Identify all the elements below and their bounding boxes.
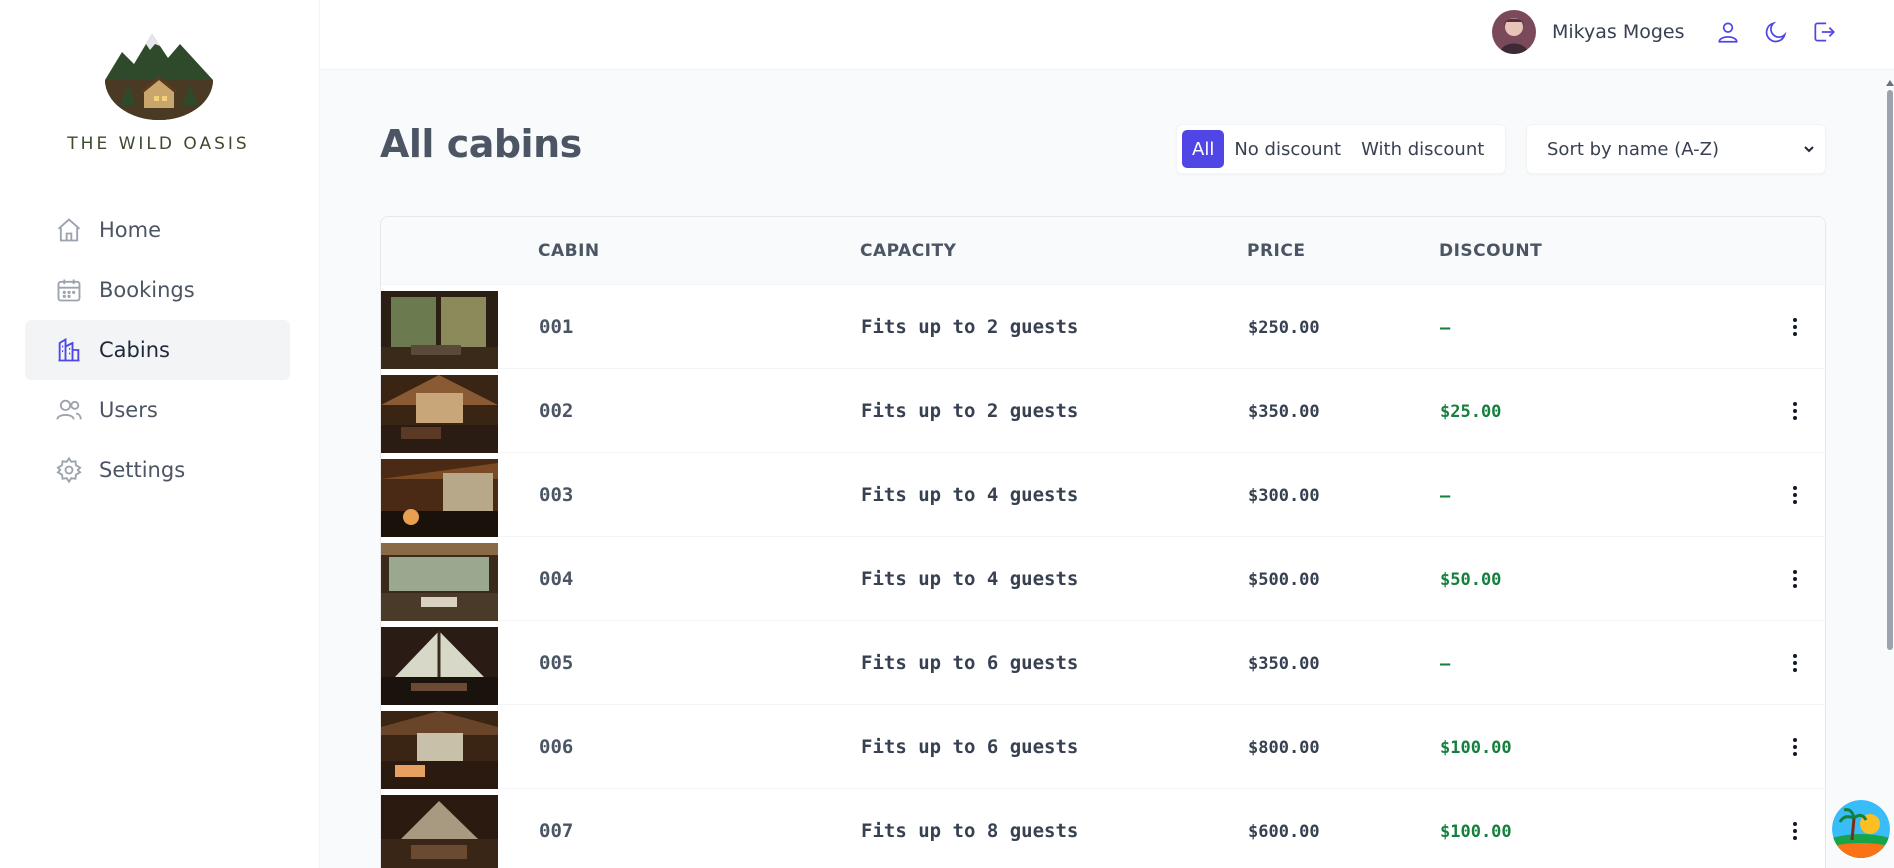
sidebar-item-label: Settings [99, 458, 186, 482]
cabin-image [381, 711, 498, 789]
top-header: Mikyas Moges [320, 0, 1894, 70]
mountain-cabin-logo[interactable] [100, 30, 218, 120]
sidebar: THE WILD OASIS Home Bookings Cabins User… [0, 0, 320, 868]
cabin-discount: $50.00 [1440, 570, 1502, 590]
column-header-price: PRICE [1247, 241, 1306, 261]
more-options-icon[interactable] [1783, 399, 1807, 423]
brand-name: THE WILD OASIS [67, 134, 250, 154]
filter-all-button[interactable]: All [1182, 130, 1225, 168]
cabin-capacity: Fits up to 2 guests [861, 400, 1079, 422]
cabin-capacity: Fits up to 2 guests [861, 316, 1079, 338]
cabin-discount: – [1440, 318, 1451, 338]
cabin-discount: – [1440, 486, 1451, 506]
sort-select-value: Sort by name (A-Z) [1547, 138, 1719, 160]
cabin-capacity: Fits up to 8 guests [861, 820, 1079, 842]
filter-with-discount-button[interactable]: With discount [1351, 130, 1494, 168]
cabin-name: 003 [539, 484, 574, 506]
more-options-icon[interactable] [1783, 483, 1807, 507]
table-row: 007 Fits up to 8 guests $600.00 $100.00 [381, 789, 1825, 868]
sidebar-item-label: Cabins [99, 338, 170, 362]
cabin-capacity: Fits up to 4 guests [861, 484, 1079, 506]
sidebar-item-home[interactable]: Home [25, 200, 290, 260]
cabin-discount: $100.00 [1440, 822, 1512, 842]
cabin-image [381, 543, 498, 621]
home-icon [55, 216, 83, 244]
more-options-icon[interactable] [1783, 567, 1807, 591]
cabin-name: 004 [539, 568, 574, 590]
sidebar-nav: Home Bookings Cabins Users Settings [25, 200, 290, 500]
column-header-cabin: CABIN [538, 241, 600, 261]
discount-filter: All No discount With discount [1176, 124, 1506, 174]
cabin-name: 001 [539, 316, 574, 338]
sidebar-item-settings[interactable]: Settings [25, 440, 290, 500]
page-title: All cabins [380, 122, 582, 166]
avatar[interactable] [1492, 10, 1536, 54]
page-scrollbar[interactable] [1886, 80, 1894, 660]
logout-icon[interactable] [1810, 18, 1838, 46]
table-row: 006 Fits up to 6 guests $800.00 $100.00 [381, 705, 1825, 789]
column-header-capacity: CAPACITY [860, 241, 957, 261]
cabin-capacity: Fits up to 6 guests [861, 736, 1079, 758]
users-icon [55, 396, 83, 424]
table-row: 004 Fits up to 4 guests $500.00 $50.00 [381, 537, 1825, 621]
cabin-discount: $100.00 [1440, 738, 1512, 758]
sidebar-item-label: Home [99, 218, 162, 242]
cabin-image [381, 627, 498, 705]
table-header: CABIN CAPACITY PRICE DISCOUNT [381, 217, 1825, 285]
cabin-capacity: Fits up to 6 guests [861, 652, 1079, 674]
cabin-price: $600.00 [1248, 822, 1320, 842]
cabin-image [381, 795, 498, 868]
cabin-image [381, 375, 498, 453]
assistant-bubble-icon[interactable] [1832, 800, 1890, 858]
cabin-price: $250.00 [1248, 318, 1320, 338]
sort-select[interactable]: Sort by name (A-Z) [1526, 124, 1826, 174]
cabin-price: $500.00 [1248, 570, 1320, 590]
cabin-image [381, 459, 498, 537]
cabin-price: $350.00 [1248, 654, 1320, 674]
user-name: Mikyas Moges [1552, 21, 1685, 43]
table-row: 005 Fits up to 6 guests $350.00 – [381, 621, 1825, 705]
cabin-icon [55, 336, 83, 364]
sidebar-item-label: Bookings [99, 278, 195, 302]
cabin-name: 007 [539, 820, 574, 842]
cabin-name: 005 [539, 652, 574, 674]
sidebar-item-cabins[interactable]: Cabins [25, 320, 290, 380]
cabins-table: CABIN CAPACITY PRICE DISCOUNT 001 Fits u… [380, 216, 1826, 868]
sidebar-item-label: Users [99, 398, 158, 422]
table-row: 003 Fits up to 4 guests $300.00 – [381, 453, 1825, 537]
cabin-discount: – [1440, 654, 1451, 674]
table-row: 001 Fits up to 2 guests $250.00 – [381, 285, 1825, 369]
moon-icon[interactable] [1762, 18, 1790, 46]
settings-icon [55, 456, 83, 484]
sidebar-item-users[interactable]: Users [25, 380, 290, 440]
cabin-name: 002 [539, 400, 574, 422]
filter-no-discount-button[interactable]: No discount [1224, 130, 1351, 168]
user-icon[interactable] [1714, 18, 1742, 46]
calendar-icon [55, 276, 83, 304]
cabin-name: 006 [539, 736, 574, 758]
chevron-down-icon [1801, 141, 1817, 157]
cabin-price: $300.00 [1248, 486, 1320, 506]
cabin-price: $800.00 [1248, 738, 1320, 758]
cabin-image [381, 291, 498, 369]
more-options-icon[interactable] [1783, 735, 1807, 759]
more-options-icon[interactable] [1783, 819, 1807, 843]
sidebar-item-bookings[interactable]: Bookings [25, 260, 290, 320]
column-header-discount: DISCOUNT [1439, 241, 1543, 261]
more-options-icon[interactable] [1783, 315, 1807, 339]
cabin-price: $350.00 [1248, 402, 1320, 422]
table-row: 002 Fits up to 2 guests $350.00 $25.00 [381, 369, 1825, 453]
more-options-icon[interactable] [1783, 651, 1807, 675]
cabin-discount: $25.00 [1440, 402, 1502, 422]
cabin-capacity: Fits up to 4 guests [861, 568, 1079, 590]
